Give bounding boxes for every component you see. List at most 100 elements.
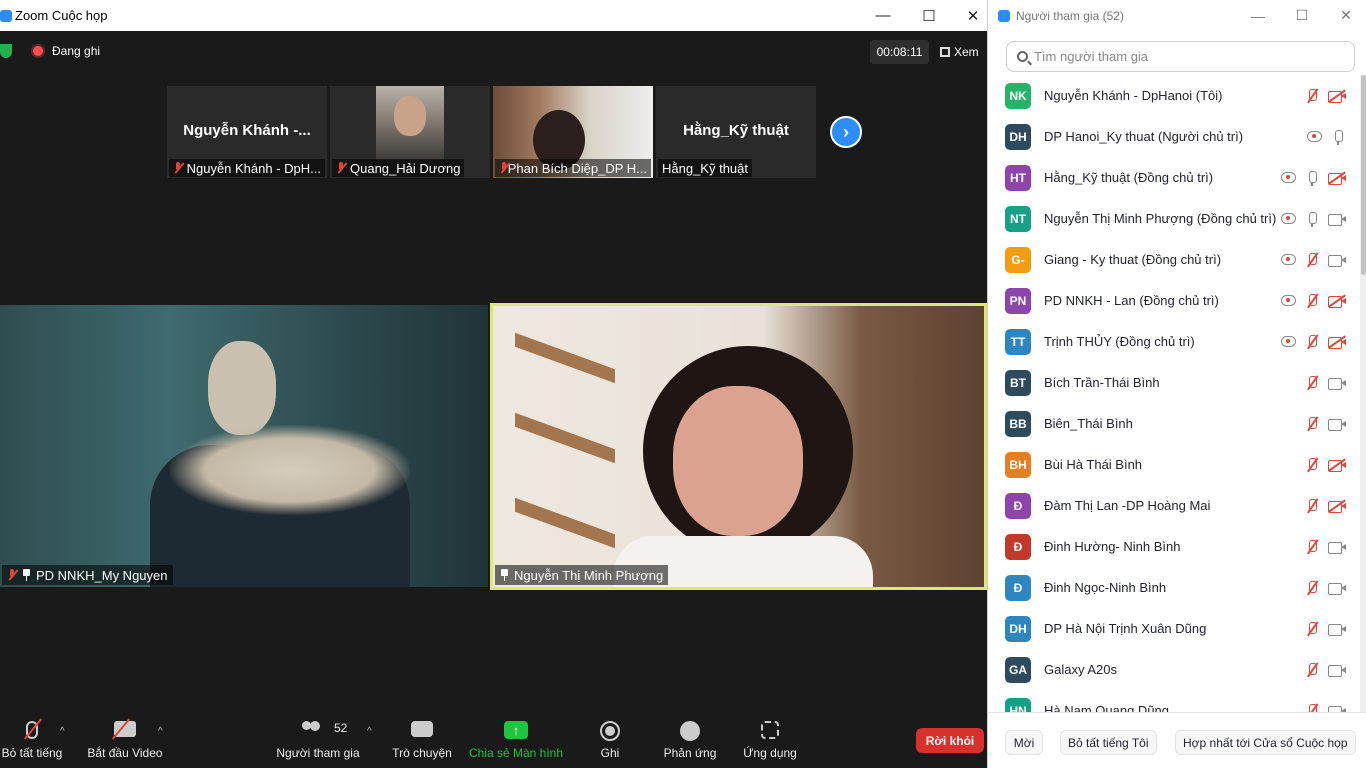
participant-row[interactable]: Đ Đinh Ngọc-Ninh Bình [988, 567, 1360, 608]
minimize-icon[interactable]: — [860, 0, 906, 31]
mic-muted-icon[interactable] [1304, 580, 1320, 596]
search-participants-input[interactable]: Tìm người tham gia [1006, 41, 1355, 72]
mic-muted-icon[interactable] [1304, 498, 1320, 514]
participant-row[interactable]: PN PD NNKH - Lan (Đồng chủ trì) [988, 280, 1360, 321]
video-icon[interactable] [1328, 623, 1346, 636]
avatar: DH [1005, 123, 1031, 150]
thumbnail-tile[interactable]: Nguyễn Khánh -... Nguyễn Khánh - DpH... [167, 86, 327, 178]
video-icon[interactable] [1328, 213, 1346, 226]
mic-muted-icon[interactable] [1304, 293, 1320, 309]
scrollbar-thumb[interactable] [1361, 75, 1366, 275]
video-icon[interactable] [1328, 254, 1346, 267]
chat-button[interactable]: Trò chuyện [390, 712, 454, 768]
participant-row[interactable]: BB Biên_Thái Bình [988, 403, 1360, 444]
mic-icon[interactable] [1304, 170, 1320, 186]
start-video-button[interactable]: Bắt đầu Video [86, 712, 164, 768]
record-button[interactable]: Ghi [588, 712, 632, 768]
merge-to-meeting-window-button[interactable]: Hợp nhất tới Cửa sổ Cuộc họp [1175, 730, 1356, 755]
mic-muted-icon[interactable] [1304, 539, 1320, 555]
mic-muted-icon[interactable] [1304, 621, 1320, 637]
view-button[interactable]: Xem [940, 40, 979, 64]
mic-muted-icon[interactable] [1304, 88, 1320, 104]
mic-icon[interactable] [1330, 129, 1346, 145]
zoom-logo-icon [0, 9, 12, 22]
thumbnail-tile[interactable]: Hằng_Kỹ thuật Hằng_Kỹ thuật [656, 86, 816, 178]
chevron-up-icon[interactable]: ^ [367, 726, 372, 737]
video-icon[interactable] [1328, 541, 1346, 554]
participant-row[interactable]: Đ Đinh Hường- Ninh Bình [988, 526, 1360, 567]
mic-icon[interactable] [1304, 211, 1320, 227]
participant-row[interactable]: GA Galaxy A20s [988, 649, 1360, 690]
avatar: TT [1005, 328, 1031, 355]
avatar: BB [1005, 410, 1031, 437]
maximize-icon[interactable]: ☐ [1280, 0, 1324, 31]
share-screen-button[interactable]: ↑ Chia sẻ Màn hình [468, 712, 564, 768]
slash-icon [1328, 88, 1346, 102]
participant-row[interactable]: DH DP Hanoi_Ky thuat (Người chủ trì) [988, 116, 1360, 157]
video-off-icon[interactable] [1328, 293, 1346, 308]
participant-row[interactable]: BT Bích Trần-Thái Bình [988, 362, 1360, 403]
main-video-left[interactable]: PD NNKH_My Nguyen [0, 305, 488, 587]
recording-label: Đang ghi [52, 44, 101, 58]
scrollbar[interactable] [1360, 75, 1366, 712]
participant-row[interactable]: BH Bùi Hà Thái Bình [988, 444, 1360, 485]
participant-row[interactable]: DH DP Hà Nội Trịnh Xuân Dũng [988, 608, 1360, 649]
apps-button[interactable]: Ứng dụng [740, 712, 800, 768]
chevron-up-icon[interactable]: ^ [158, 726, 163, 737]
participant-status-icons [1304, 662, 1346, 678]
participant-row[interactable]: NK Nguyễn Khánh - DpHanoi (Tôi) [988, 75, 1360, 116]
participant-name: Trịnh THỦY (Đồng chủ trì) [1044, 334, 1195, 349]
thumbnail-caption-text: Nguyễn Khánh - DpH... [186, 160, 321, 176]
video-off-icon[interactable] [1328, 334, 1346, 349]
meeting-titlebar: Zoom Cuộc họp — ☐ ✕ [0, 0, 987, 31]
video-off-icon[interactable] [1328, 170, 1346, 185]
mic-muted-icon[interactable] [1304, 662, 1320, 678]
invite-button[interactable]: Mời [1005, 730, 1043, 755]
thumbnail-big-name: Hằng_Kỹ thuật [683, 122, 789, 139]
mic-muted-icon[interactable] [1304, 334, 1320, 350]
share-screen-icon: ↑ [504, 721, 528, 739]
participant-name: DP Hanoi_Ky thuat (Người chủ trì) [1044, 129, 1244, 144]
video-icon[interactable] [1328, 582, 1346, 595]
mic-muted-icon[interactable] [1304, 375, 1320, 391]
next-page-button[interactable]: › [830, 116, 862, 148]
mute-all-button[interactable]: Bỏ tất tiếng [0, 712, 64, 768]
close-icon[interactable]: ✕ [1324, 0, 1366, 31]
video-icon[interactable] [1328, 705, 1346, 712]
video-icon[interactable] [1328, 418, 1346, 431]
mic-muted-icon[interactable] [1304, 252, 1320, 268]
cloud-recording-icon [1281, 254, 1296, 265]
participant-row[interactable]: NT Nguyễn Thị Minh Phượng (Đồng chủ trì) [988, 198, 1360, 239]
video-off-icon[interactable] [1328, 88, 1346, 103]
video-icon[interactable] [1328, 377, 1346, 390]
participant-name: Đinh Hường- Ninh Bình [1044, 539, 1181, 554]
main-video-right[interactable]: Nguyễn Thị Minh Phượng [490, 303, 987, 590]
participant-row[interactable]: HT Hằng_Kỹ thuật (Đồng chủ trì) [988, 157, 1360, 198]
participants-button[interactable]: 52 Người tham gia [274, 712, 362, 768]
video-off-icon[interactable] [1328, 457, 1346, 472]
record-icon [600, 721, 620, 741]
maximize-icon[interactable]: ☐ [906, 0, 952, 31]
mic-muted-icon[interactable] [1304, 457, 1320, 473]
participant-row[interactable]: Đ Đàm Thị Lan -DP Hoàng Mai [988, 485, 1360, 526]
mic-muted-icon[interactable] [1304, 703, 1320, 712]
mute-all-participants-button[interactable]: Bỏ tất tiếng Tôi [1060, 730, 1157, 755]
video-icon[interactable] [1328, 664, 1346, 677]
minimize-icon[interactable]: — [1236, 0, 1280, 31]
participant-status-icons [1281, 293, 1346, 309]
participant-row[interactable]: HN Hà Nam Quang Dũng [988, 690, 1360, 712]
chevron-up-icon[interactable]: ^ [60, 726, 65, 737]
mic-muted-icon[interactable] [1304, 416, 1320, 432]
chat-icon [411, 721, 433, 737]
participant-row[interactable]: TT Trịnh THỦY (Đồng chủ trì) [988, 321, 1360, 362]
participants-icon [301, 721, 324, 737]
reactions-button[interactable]: Phản ứng [660, 712, 720, 768]
security-shield-icon[interactable] [0, 44, 12, 58]
leave-button[interactable]: Rời khỏi [916, 728, 984, 753]
participant-row[interactable]: G- Giang - Ky thuat (Đồng chủ trì) [988, 239, 1360, 280]
thumbnail-tile[interactable]: Phan Bích Diệp_DP H... [493, 86, 653, 178]
thumbnail-tile[interactable]: Quang_Hải Dương [330, 86, 490, 178]
video-off-icon [111, 718, 136, 740]
video-off-icon[interactable] [1328, 498, 1346, 513]
avatar: Đ [1005, 574, 1031, 601]
